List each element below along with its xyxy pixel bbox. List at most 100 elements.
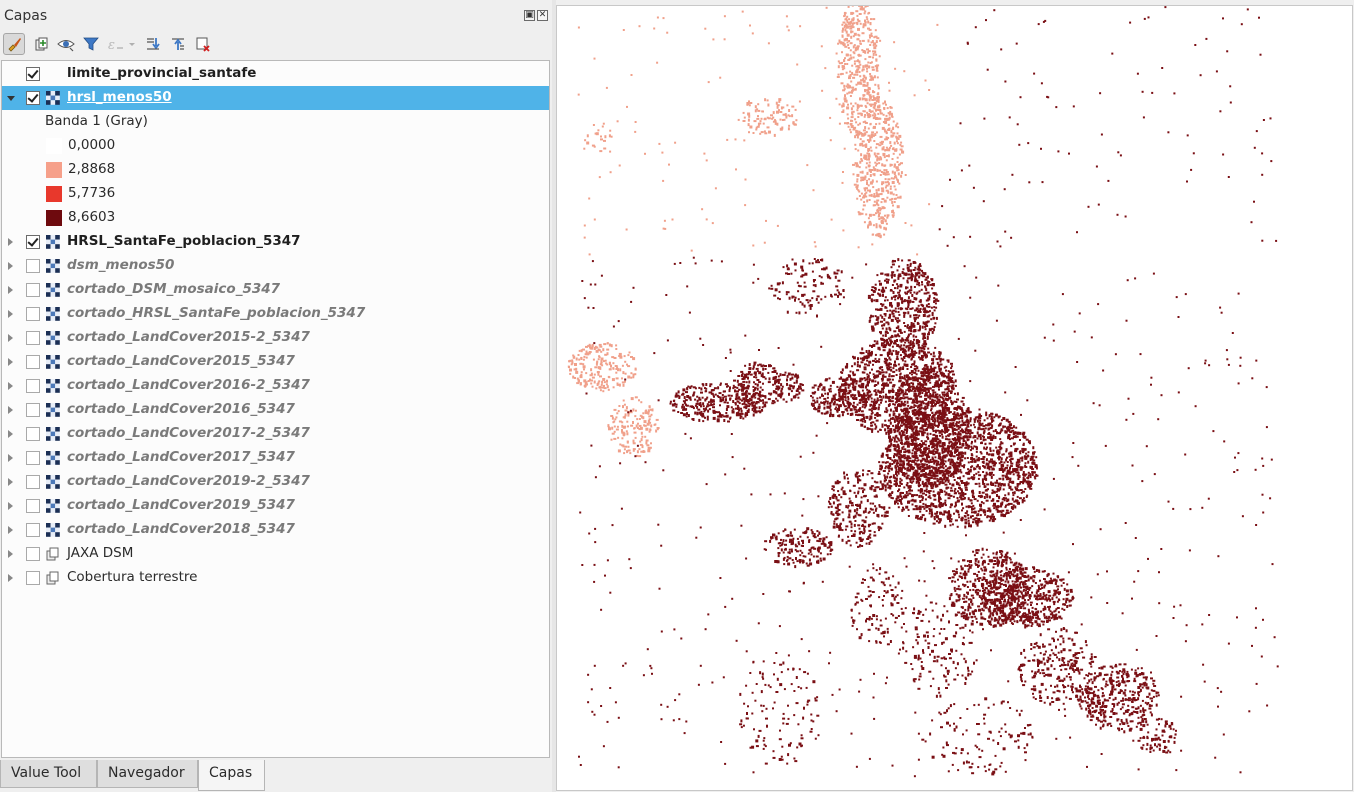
layer-row[interactable]: dsm_menos50: [2, 254, 549, 278]
raster-pixel: [1002, 488, 1005, 491]
layer-visibility-checkbox[interactable]: [26, 259, 40, 273]
expand-arrow-icon[interactable]: [8, 526, 13, 534]
expand-arrow-icon[interactable]: [8, 574, 13, 582]
raster-pixel: [1035, 456, 1038, 459]
layer-row[interactable]: cortado_LandCover2016_5347: [2, 398, 549, 422]
expand-arrow-icon[interactable]: [8, 382, 13, 390]
layer-visibility-checkbox[interactable]: [26, 451, 40, 465]
tab-capas[interactable]: Capas: [198, 760, 265, 791]
raster-pixel: [872, 44, 875, 47]
raster-pixel: [927, 480, 930, 483]
expand-arrow-icon[interactable]: [8, 550, 13, 558]
layer-visibility-checkbox[interactable]: [26, 475, 40, 489]
layer-tree[interactable]: limite_provincial_santafe hrsl_menos50 Ban…: [1, 60, 550, 758]
expand-arrow-icon[interactable]: [8, 238, 13, 246]
layer-row[interactable]: cortado_LandCover2019-2_5347: [2, 470, 549, 494]
expand-arrow-icon[interactable]: [8, 358, 13, 366]
expand-arrow-icon[interactable]: [8, 262, 13, 270]
raster-pixel: [919, 413, 923, 416]
raster-pixel: [938, 430, 941, 433]
layer-visibility-checkbox[interactable]: [26, 235, 40, 249]
raster-pixel: [906, 450, 909, 453]
layer-visibility-checkbox[interactable]: [26, 427, 40, 441]
filter-expression-button[interactable]: ε: [105, 33, 137, 55]
remove-layer-button[interactable]: [192, 33, 214, 55]
raster-pixel: [642, 416, 645, 420]
layer-row[interactable]: cortado_DSM_mosaico_5347: [2, 278, 549, 302]
expand-arrow-icon[interactable]: [8, 334, 13, 342]
layer-row[interactable]: limite_provincial_santafe: [2, 62, 549, 86]
tab-navegador[interactable]: Navegador: [97, 760, 198, 788]
raster-pixel: [872, 402, 875, 406]
layer-visibility-checkbox[interactable]: [26, 283, 40, 297]
raster-pixel: [867, 148, 871, 151]
layer-visibility-checkbox[interactable]: [26, 547, 40, 561]
float-icon[interactable]: ▣: [524, 10, 535, 21]
layer-visibility-checkbox[interactable]: [26, 67, 40, 81]
raster-pixel: [624, 372, 627, 375]
raster-pixel: [900, 297, 904, 301]
layer-visibility-checkbox[interactable]: [26, 331, 40, 345]
raster-pixel: [846, 33, 850, 37]
expand-arrow-icon[interactable]: [8, 406, 13, 414]
group-icon: [46, 571, 60, 585]
raster-pixel: [866, 18, 869, 21]
raster-pixel: [986, 417, 989, 420]
layer-visibility-checkbox[interactable]: [26, 571, 40, 585]
raster-pixel: [622, 383, 625, 387]
layer-row[interactable]: JAXA DSM: [2, 542, 549, 566]
raster-pixel: [845, 17, 848, 20]
layer-visibility-checkbox[interactable]: [26, 523, 40, 537]
map-canvas[interactable]: [556, 5, 1353, 791]
raster-pixel: [982, 425, 986, 428]
visibility-button[interactable]: [55, 33, 77, 55]
layer-row[interactable]: cortado_LandCover2015-2_5347: [2, 326, 549, 350]
layer-row[interactable]: cortado_LandCover2017_5347: [2, 446, 549, 470]
raster-pixel: [950, 458, 953, 462]
expand-arrow-icon[interactable]: [8, 286, 13, 294]
layer-visibility-checkbox[interactable]: [26, 91, 40, 105]
layer-row[interactable]: cortado_LandCover2018_5347: [2, 518, 549, 542]
raster-pixel: [910, 358, 913, 361]
raster-pixel: [937, 424, 940, 427]
collapse-all-button[interactable]: [167, 33, 189, 55]
layer-visibility-checkbox[interactable]: [26, 379, 40, 393]
expand-arrow-icon[interactable]: [8, 478, 13, 486]
collapse-arrow-icon[interactable]: [7, 96, 15, 101]
filter-legend-button[interactable]: [80, 33, 102, 55]
raster-pixel: [926, 432, 929, 436]
add-group-button[interactable]: [30, 33, 52, 55]
layer-row[interactable]: cortado_LandCover2017-2_5347: [2, 422, 549, 446]
layer-row[interactable]: cortado_HRSL_SantaFe_poblacion_5347: [2, 302, 549, 326]
layer-visibility-checkbox[interactable]: [26, 403, 40, 417]
raster-pixel: [847, 103, 849, 106]
layer-row[interactable]: HRSL_SantaFe_poblacion_5347: [2, 230, 549, 254]
layer-visibility-checkbox[interactable]: [26, 307, 40, 321]
tab-value-tool[interactable]: Value Tool: [0, 760, 97, 788]
raster-pixel: [874, 83, 877, 86]
layer-row[interactable]: Cobertura terrestre: [2, 566, 549, 590]
expand-arrow-icon[interactable]: [8, 310, 13, 318]
raster-pixel: [944, 465, 947, 468]
raster-pixel: [870, 400, 873, 403]
expand-arrow-icon[interactable]: [8, 430, 13, 438]
layer-row[interactable]: cortado_LandCover2016-2_5347: [2, 374, 549, 398]
layer-visibility-checkbox[interactable]: [26, 355, 40, 369]
layer-row[interactable]: cortado_LandCover2015_5347: [2, 350, 549, 374]
layer-row[interactable]: cortado_LandCover2019_5347: [2, 494, 549, 518]
raster-pixel: [600, 383, 603, 386]
layer-name: cortado_LandCover2015_5347: [67, 353, 295, 369]
raster-pixel: [920, 494, 923, 498]
expand-all-button[interactable]: [142, 33, 164, 55]
raster-pixel: [971, 511, 974, 514]
raster-pixel: [1019, 452, 1022, 455]
expand-arrow-icon[interactable]: [8, 454, 13, 462]
layer-row[interactable]: hrsl_menos50: [2, 86, 549, 110]
expand-arrow-icon[interactable]: [8, 502, 13, 510]
raster-pixel: [897, 456, 900, 459]
layer-visibility-checkbox[interactable]: [26, 499, 40, 513]
style-manager-button[interactable]: [3, 33, 25, 55]
raster-pixel: [888, 439, 892, 443]
raster-pixel: [918, 349, 921, 353]
close-icon[interactable]: ✕: [537, 10, 548, 21]
